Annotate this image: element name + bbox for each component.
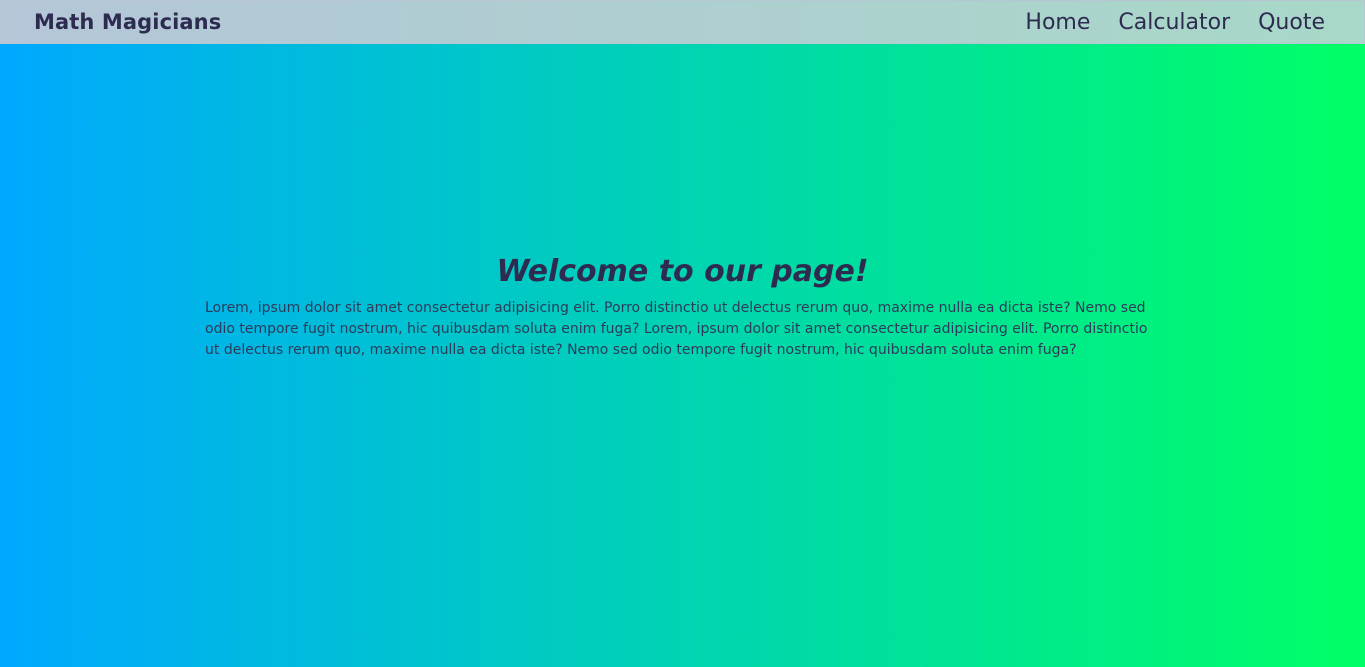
intro-paragraph: Lorem, ipsum dolor sit amet consectetur … [205,300,1148,358]
navbar: Math Magicians Home Calculator Quote [0,0,1365,44]
nav-link-calculator[interactable]: Calculator [1118,10,1230,35]
main-navigation: Home Calculator Quote [1025,10,1325,35]
nav-link-home[interactable]: Home [1025,10,1090,35]
nav-link-quote[interactable]: Quote [1258,10,1325,35]
page-title: Welcome to our page! [496,254,869,289]
main-content: Welcome to our page! Lorem, ipsum dolor … [205,252,1160,361]
brand-logo-text[interactable]: Math Magicians [34,10,221,34]
